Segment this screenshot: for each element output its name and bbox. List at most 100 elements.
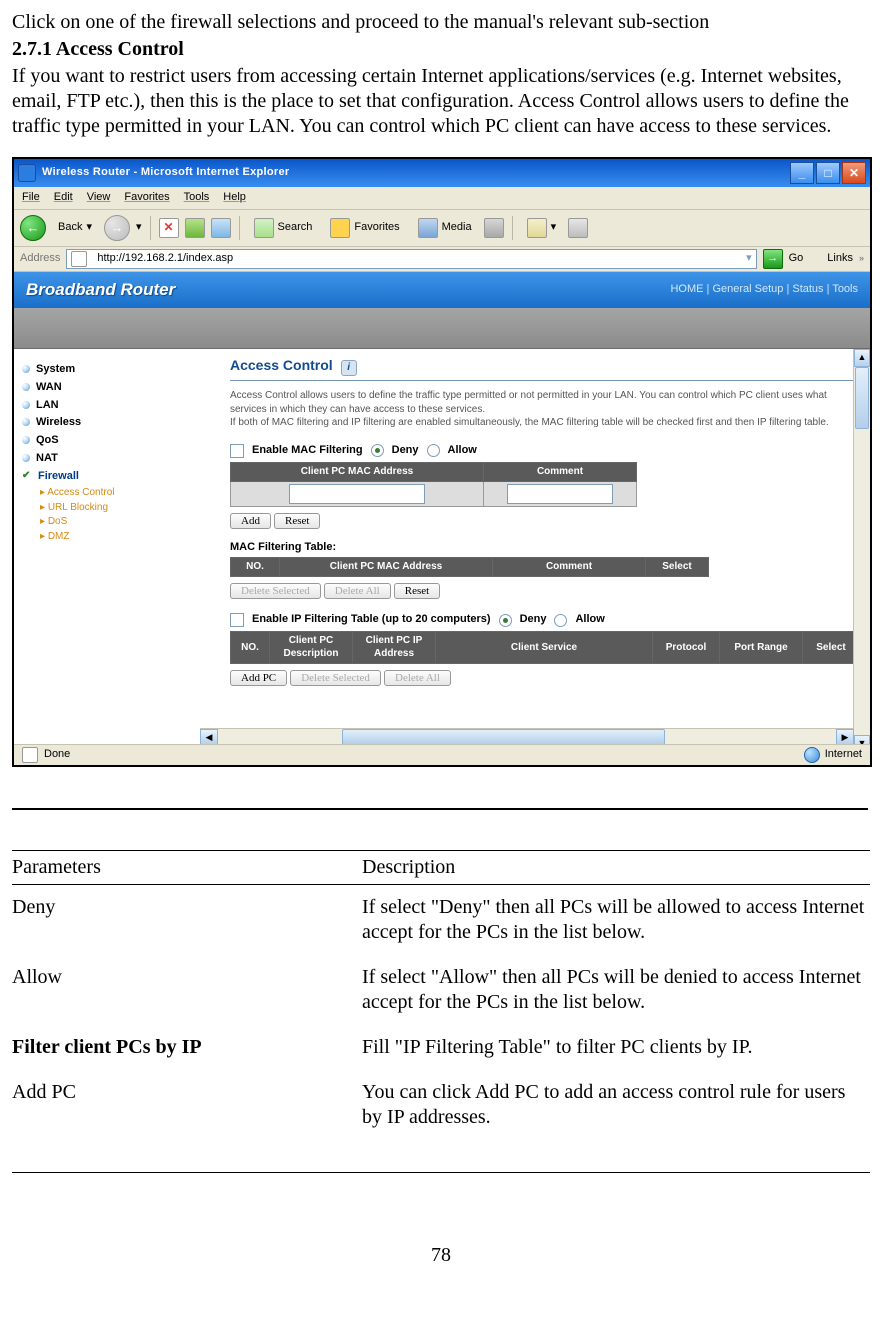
scroll-up-icon[interactable]: ▲ [854,349,870,367]
desc-add-pc: You can click Add PC to add an access co… [362,1070,870,1140]
mac-comment-input[interactable] [507,484,613,504]
refresh-icon[interactable] [185,218,205,238]
screenshot-container: Wireless Router - Microsoft Internet Exp… [12,157,872,767]
mac-deny-label: Deny [392,444,419,458]
menu-view[interactable]: View [87,191,111,205]
th-ip-prange: Port Range [720,632,803,664]
mac-allow-label: Allow [448,444,477,458]
th-addr: Client PC MAC Address [280,557,493,577]
th-parameters: Parameters [12,851,362,885]
menu-favorites[interactable]: Favorites [124,191,169,205]
main-panel: Access Control i Access Control allows u… [216,349,870,767]
th-select: Select [646,557,709,577]
mac-delete-all-button[interactable]: Delete All [324,583,391,599]
scroll-thumb[interactable] [855,367,869,429]
router-banner: Broadband Router HOME | General Setup | … [14,272,870,308]
links-label[interactable]: Links [827,252,853,266]
sidebar-item-wan[interactable]: WAN [22,381,208,395]
go-label[interactable]: Go [789,252,804,266]
ip-allow-radio[interactable] [554,614,567,627]
sidebar-item-wireless[interactable]: Wireless [22,416,208,430]
mac-allow-radio[interactable] [427,444,440,457]
th-mac-comment: Comment [484,462,637,482]
sidebar-sub-dos[interactable]: DoS [40,516,208,529]
scroll-right-icon[interactable]: ▶ [836,729,854,745]
mac-reset-button[interactable]: Reset [274,513,320,529]
go-button[interactable]: → [763,249,783,269]
ip-delete-selected-button[interactable]: Delete Selected [290,670,381,686]
param-filter-ip: Filter client PCs by IP [12,1025,362,1070]
sidebar-sub-dmz[interactable]: DMZ [40,531,208,544]
desc-deny: If select "Deny" then all PCs will be al… [362,885,870,956]
enable-mac-label: Enable MAC Filtering [252,444,363,458]
stop-icon[interactable]: ✕ [159,218,179,238]
param-deny: Deny [12,885,362,956]
sidebar-item-nat[interactable]: NAT [22,452,208,466]
ip-deny-radio[interactable] [499,614,512,627]
th-mac-address: Client PC MAC Address [231,462,484,482]
close-button[interactable]: ✕ [842,162,866,184]
vertical-scrollbar[interactable]: ▲ ▼ [853,349,870,753]
intro-paragraph: If you want to restrict users from acces… [12,64,870,139]
search-button[interactable]: Search [248,216,319,240]
sidebar-sub-url-blocking[interactable]: URL Blocking [40,502,208,515]
status-done: Done [44,748,70,762]
router-nav-links[interactable]: HOME | General Setup | Status | Tools [670,283,858,297]
menu-help[interactable]: Help [223,191,246,205]
mac-filtering-table: NO.Client PC MAC AddressCommentSelect [230,557,709,578]
sidebar: System WAN LAN Wireless QoS NAT Firewall… [14,349,216,767]
sub-header-bar [14,308,870,349]
menu-edit[interactable]: Edit [54,191,73,205]
back-label[interactable]: Back ▾ [52,219,98,237]
media-button[interactable]: Media [412,216,478,240]
search-icon [254,218,274,238]
print-icon[interactable] [568,218,588,238]
desc-allow: If select "Allow" then all PCs will be d… [362,955,870,1025]
mac-add-button[interactable]: Add [230,513,271,529]
help-icon[interactable]: i [341,360,357,376]
hscroll-thumb[interactable] [342,729,665,745]
desc-filter-ip: Fill "IP Filtering Table" to filter PC c… [362,1025,870,1070]
sidebar-sub-access-control[interactable]: Access Control [40,487,208,500]
mac-delete-selected-button[interactable]: Delete Selected [230,583,321,599]
ie-icon [18,164,36,182]
ip-delete-all-button[interactable]: Delete All [384,670,451,686]
mail-button[interactable]: ▾ [521,216,563,240]
enable-ip-checkbox[interactable] [230,613,244,627]
scroll-left-icon[interactable]: ◀ [200,729,218,745]
address-field[interactable]: http://192.168.2.1/index.asp ▾ [66,249,756,269]
th-ip-addr: Client PC IP Address [353,632,436,664]
mac-address-input[interactable] [289,484,425,504]
menu-tools[interactable]: Tools [184,191,210,205]
back-button[interactable]: ← [20,215,46,241]
menu-file[interactable]: File [22,191,40,205]
sidebar-item-lan[interactable]: LAN [22,399,208,413]
enable-mac-checkbox[interactable] [230,444,244,458]
page-title: Access Control i [230,357,856,381]
mail-icon [527,218,547,238]
sidebar-item-firewall[interactable]: Firewall [22,470,208,484]
minimize-button[interactable]: _ [790,162,814,184]
page-icon [71,251,87,267]
th-ip-desc: Client PC Description [270,632,353,664]
th-ip-proto: Protocol [653,632,720,664]
window-titlebar: Wireless Router - Microsoft Internet Exp… [14,159,870,187]
history-icon[interactable] [484,218,504,238]
th-ip-service: Client Service [436,632,653,664]
sidebar-item-system[interactable]: System [22,363,208,377]
favorites-button[interactable]: Favorites [324,216,405,240]
horizontal-scrollbar[interactable]: ◀ ▶ [200,728,854,745]
maximize-button[interactable]: □ [816,162,840,184]
ip-allow-label: Allow [575,613,604,627]
mac-reset2-button[interactable]: Reset [394,583,440,599]
home-icon[interactable] [211,218,231,238]
sidebar-item-qos[interactable]: QoS [22,434,208,448]
forward-button: → [104,215,130,241]
menu-bar: File Edit View Favorites Tools Help [14,187,870,210]
window-title: Wireless Router - Microsoft Internet Exp… [42,166,788,180]
ip-add-pc-button[interactable]: Add PC [230,670,287,686]
media-icon [418,218,438,238]
intro-text: Click on one of the firewall selections … [12,10,870,35]
mac-table-label: MAC Filtering Table: [230,541,856,555]
mac-deny-radio[interactable] [371,444,384,457]
